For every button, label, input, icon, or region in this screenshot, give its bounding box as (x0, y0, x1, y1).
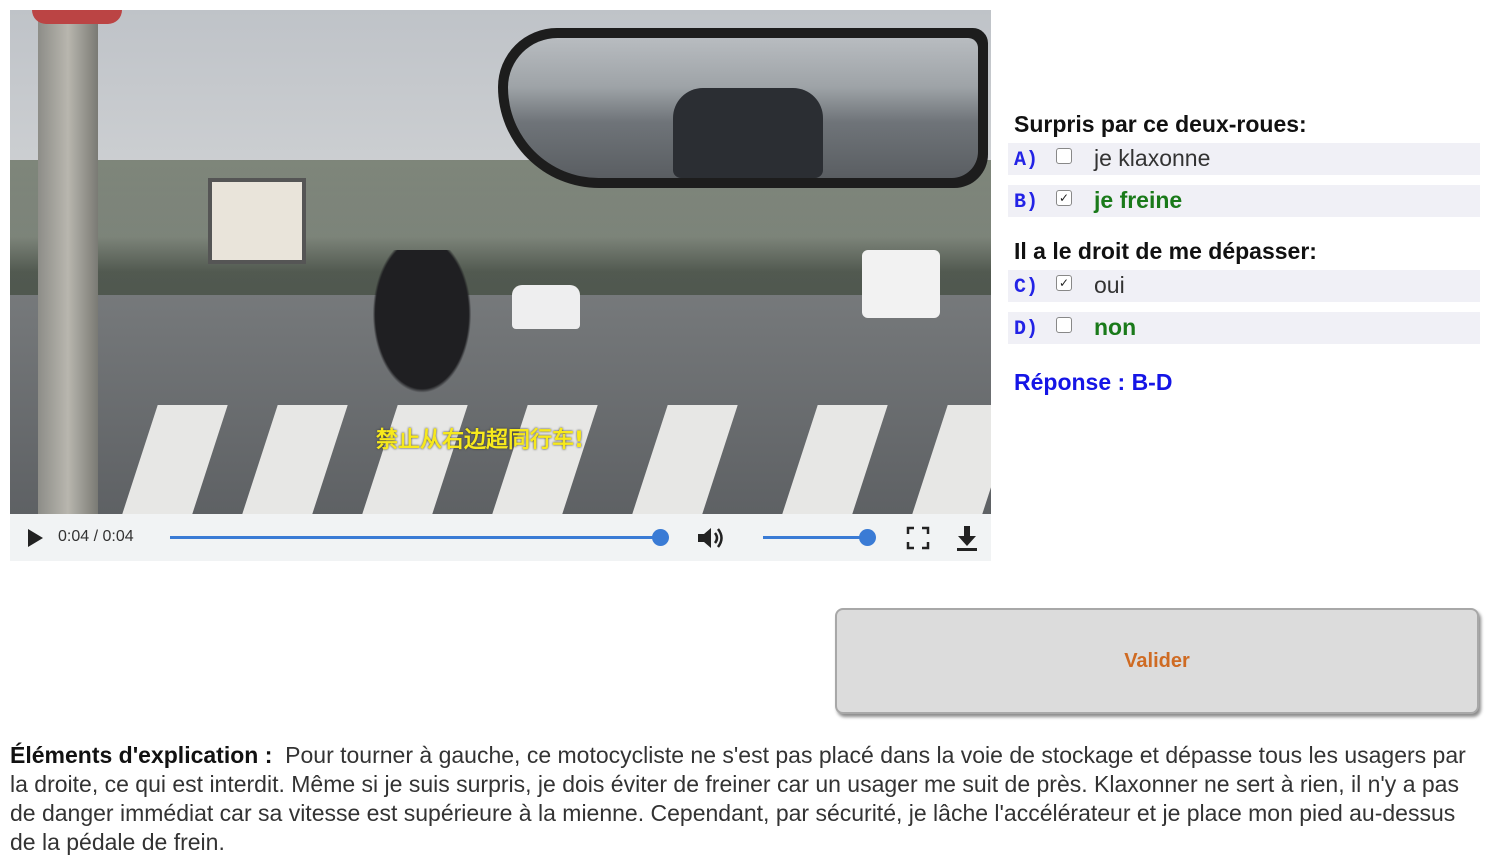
option-b[interactable]: B) ✓ je freine (1008, 185, 1480, 217)
option-text: je freine (1094, 187, 1183, 213)
volume-slider[interactable] (763, 536, 868, 539)
volume-icon[interactable] (696, 525, 726, 551)
explanation-label: Éléments d'explication : (10, 742, 273, 768)
option-text: non (1094, 314, 1137, 340)
checkbox-icon[interactable] (1056, 148, 1072, 164)
play-icon[interactable] (28, 529, 43, 547)
scene-sign (32, 10, 122, 24)
scene-van (862, 250, 940, 318)
validate-button[interactable]: Valider (835, 608, 1479, 714)
question-1-title: Surpris par ce deux-roues: (1014, 111, 1307, 137)
progress-bar[interactable] (170, 536, 662, 539)
option-letter: A) (1014, 149, 1039, 172)
scene-billboard (208, 178, 306, 264)
progress-knob[interactable] (652, 529, 669, 546)
scene-car (512, 285, 580, 329)
checkbox-icon[interactable]: ✓ (1056, 190, 1072, 206)
video-time: 0:04 / 0:04 (58, 528, 134, 545)
option-d[interactable]: D) non (1008, 312, 1480, 344)
video-subtitle: 禁止从右边超同行车! (375, 428, 585, 453)
rearview-mirror (498, 28, 988, 188)
option-letter: B) (1014, 191, 1039, 214)
video-frame[interactable]: 禁止从右边超同行车! (10, 10, 991, 514)
option-letter: D) (1014, 318, 1039, 341)
volume-knob[interactable] (859, 529, 876, 546)
explanation: Éléments d'explication : Pour tourner à … (10, 741, 1480, 857)
fullscreen-icon[interactable] (906, 526, 930, 550)
checkbox-icon[interactable] (1056, 317, 1072, 333)
option-text: je klaxonne (1094, 145, 1211, 171)
video-controls: 0:04 / 0:04 (10, 514, 991, 561)
option-text: oui (1094, 272, 1125, 298)
option-letter: C) (1014, 276, 1039, 299)
option-c[interactable]: C) ✓ oui (1008, 270, 1480, 302)
checkbox-icon[interactable]: ✓ (1056, 275, 1072, 291)
download-icon[interactable] (954, 524, 980, 552)
question-2-title: Il a le droit de me dépasser: (1014, 238, 1317, 264)
option-a[interactable]: A) je klaxonne (1008, 143, 1480, 175)
scene-motorcyclist (362, 250, 482, 410)
video-player[interactable]: 禁止从右边超同行车! 0:04 / 0:04 (10, 10, 991, 561)
answer-text: Réponse : B-D (1014, 369, 1173, 395)
